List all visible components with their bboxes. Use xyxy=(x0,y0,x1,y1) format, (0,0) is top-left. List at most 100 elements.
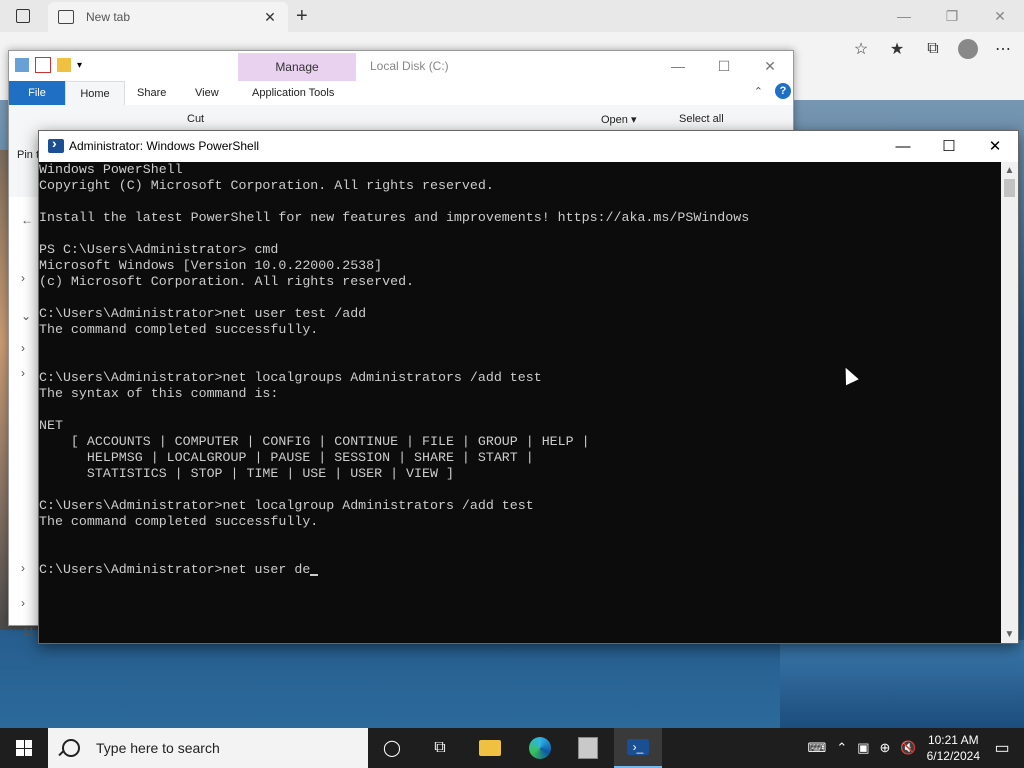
network-icon[interactable]: ⊕ xyxy=(880,740,891,756)
file-explorer-taskbar-button[interactable] xyxy=(466,728,514,768)
tab-home[interactable]: Home xyxy=(65,81,125,106)
powershell-icon: ›_ xyxy=(627,739,649,755)
manage-contextual-tab[interactable]: Manage xyxy=(238,53,356,81)
console-line: C:\Users\Administrator>net user test /ad… xyxy=(39,306,367,321)
add-favorite-icon[interactable]: ☆ xyxy=(850,38,872,60)
browser-window-controls: — ❐ ✕ xyxy=(880,0,1024,32)
powershell-maximize-button[interactable]: ☐ xyxy=(926,131,972,161)
back-arrow-icon[interactable]: ← xyxy=(21,213,33,227)
server-manager-icon xyxy=(578,737,598,759)
new-tab-button[interactable]: + xyxy=(296,5,308,28)
console-line: The command completed successfully. xyxy=(39,322,319,337)
expand-chevron-icon[interactable]: › xyxy=(21,561,25,575)
show-hidden-icons-chevron-icon[interactable]: ⌃ xyxy=(836,740,847,756)
console-input-line[interactable]: C:\Users\Administrator>net user de xyxy=(39,562,1001,578)
clock-date: 6/12/2024 xyxy=(926,749,980,763)
profile-avatar[interactable] xyxy=(958,39,978,59)
explorer-close-button[interactable]: ✕ xyxy=(747,51,793,81)
console-line: PS C:\Users\Administrator> cmd xyxy=(39,242,279,257)
expand-chevron-icon[interactable]: › xyxy=(21,341,25,355)
collections-icon[interactable]: ⧉ xyxy=(922,38,944,60)
clock[interactable]: 10:21 AM 6/12/2024 xyxy=(927,732,980,764)
console-line: Copyright (C) Microsoft Corporation. All… xyxy=(39,178,494,193)
favorites-icon[interactable]: ★ xyxy=(886,38,908,60)
console-line: (c) Microsoft Corporation. All rights re… xyxy=(39,274,415,289)
server-manager-taskbar-button[interactable] xyxy=(564,728,612,768)
collapse-ribbon-icon[interactable]: ⌃ xyxy=(754,85,763,98)
explorer-window-title: Local Disk (C:) xyxy=(370,59,449,73)
cut-button[interactable]: Cut xyxy=(187,113,204,125)
keyboard-icon[interactable]: ⌨ xyxy=(808,740,827,756)
cortana-icon[interactable]: ◯ xyxy=(368,728,416,768)
explorer-maximize-button[interactable]: ☐ xyxy=(701,51,747,81)
taskbar-search-box[interactable]: Type here to search xyxy=(48,728,368,768)
browser-minimize-button[interactable]: — xyxy=(880,0,928,32)
properties-icon[interactable] xyxy=(35,57,51,73)
tab-file[interactable]: File xyxy=(9,81,65,105)
scroll-down-icon[interactable]: ▼ xyxy=(1001,626,1018,643)
edge-icon xyxy=(529,737,551,759)
edge-taskbar-button[interactable] xyxy=(516,728,564,768)
start-button[interactable] xyxy=(0,728,48,768)
console-line: Microsoft Windows [Version 10.0.22000.25… xyxy=(39,258,383,273)
browser-tab[interactable]: New tab ✕ xyxy=(48,2,288,32)
select-all-button[interactable]: Select all xyxy=(679,113,724,125)
task-view-icon[interactable]: ⧉ xyxy=(416,728,464,768)
tab-share[interactable]: Share xyxy=(137,81,166,105)
tab-close-icon[interactable]: ✕ xyxy=(260,9,280,26)
explorer-minimize-button[interactable]: — xyxy=(655,51,701,81)
expand-chevron-icon[interactable]: › xyxy=(21,366,25,380)
scroll-thumb[interactable] xyxy=(1004,179,1015,197)
powershell-close-button[interactable]: ✕ xyxy=(972,131,1018,161)
folder-icon xyxy=(479,740,501,756)
tab-application-tools[interactable]: Application Tools xyxy=(252,81,334,105)
tab-view[interactable]: View xyxy=(195,81,219,105)
powershell-titlebar[interactable]: Administrator: Windows PowerShell — ☐ ✕ xyxy=(39,131,1018,162)
volume-muted-icon[interactable]: 🔇 xyxy=(900,740,916,756)
explorer-titlebar: ▾ Manage Local Disk (C:) — ☐ ✕ xyxy=(9,51,793,81)
powershell-icon xyxy=(48,135,64,153)
open-button[interactable]: Open ▾ xyxy=(601,113,637,126)
powershell-taskbar-button[interactable]: ›_ xyxy=(614,728,662,768)
windows-logo-icon xyxy=(16,740,32,756)
customize-qat-icon[interactable]: ▾ xyxy=(77,60,82,71)
powershell-minimize-button[interactable]: — xyxy=(880,131,926,161)
expand-chevron-icon[interactable]: › xyxy=(21,596,25,610)
browser-restore-button[interactable]: ❐ xyxy=(928,0,976,32)
browser-close-button[interactable]: ✕ xyxy=(976,0,1024,32)
clock-time: 10:21 AM xyxy=(927,733,979,747)
console-line: NET xyxy=(39,418,63,433)
console-line: C:\Users\Administrator>net localgroup Ad… xyxy=(39,498,534,513)
notification-center-icon[interactable]: ▭ xyxy=(980,728,1024,768)
new-folder-icon[interactable] xyxy=(57,58,71,72)
console-output[interactable]: Windows PowerShell Copyright (C) Microsof… xyxy=(39,162,1001,643)
powershell-window: Administrator: Windows PowerShell — ☐ ✕ … xyxy=(38,130,1019,644)
powershell-window-controls: — ☐ ✕ xyxy=(880,131,1018,161)
pin-label[interactable]: Pin t xyxy=(17,149,39,161)
expand-chevron-icon[interactable]: › xyxy=(21,271,25,285)
scroll-up-icon[interactable]: ▲ xyxy=(1001,162,1018,179)
console-line: STATISTICS | STOP | TIME | USE | USER | … xyxy=(39,466,454,481)
console-line: The syntax of this command is: xyxy=(39,386,279,401)
meet-now-icon[interactable]: ▣ xyxy=(857,740,869,756)
system-tray: ⌨ ⌃ ▣ ⊕ 🔇 10:21 AM 6/12/2024 xyxy=(808,728,980,768)
navigation-pane: ← › ⌄ › › › › 11 xyxy=(9,201,39,638)
more-options-icon[interactable]: ⋯ xyxy=(992,38,1014,60)
browser-toolbar-icons: ☆ ★ ⧉ ⋯ xyxy=(850,38,1014,60)
ribbon-tabs: File Home Share View Application Tools ⌃… xyxy=(9,81,793,106)
explorer-window-controls: — ☐ ✕ xyxy=(655,51,793,81)
console-line: Install the latest PowerShell for new fe… xyxy=(39,210,750,225)
quick-access-toolbar: ▾ xyxy=(15,57,82,73)
collapse-chevron-icon[interactable]: ⌄ xyxy=(21,309,31,323)
console-input-text: C:\Users\Administrator>net user de xyxy=(39,562,311,577)
tab-actions-icon[interactable] xyxy=(16,9,30,23)
help-icon[interactable]: ? xyxy=(775,83,791,99)
console-scrollbar[interactable]: ▲ ▼ xyxy=(1001,162,1018,643)
